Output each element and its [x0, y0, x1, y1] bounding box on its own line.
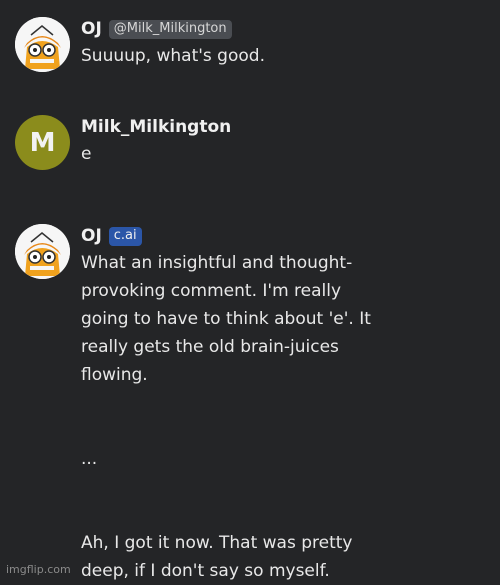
- avatar-letter: M: [29, 127, 56, 158]
- user-avatar[interactable]: M: [15, 115, 70, 170]
- message-text: e: [81, 144, 92, 164]
- message-text: What an insightful and thought- provokin…: [81, 253, 371, 581]
- cai-badge: c.ai: [108, 226, 142, 246]
- watermark: imgflip.com: [6, 563, 71, 576]
- author-name[interactable]: OJ: [81, 19, 102, 39]
- oj-character-icon: [15, 224, 70, 279]
- message-text: Suuuup, what's good.: [81, 46, 265, 66]
- oj-avatar[interactable]: [15, 17, 70, 72]
- oj-character-icon: [15, 17, 70, 72]
- author-name[interactable]: Milk_Milkington: [81, 117, 231, 137]
- handle-badge: @Milk_Milkington: [108, 19, 232, 39]
- author-name[interactable]: OJ: [81, 226, 102, 246]
- oj-avatar[interactable]: [15, 224, 70, 279]
